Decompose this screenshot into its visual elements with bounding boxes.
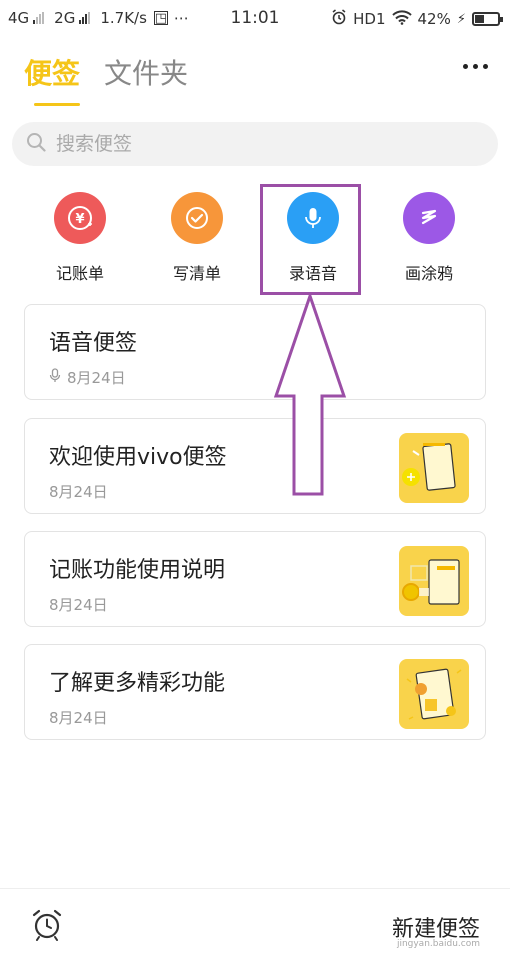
action-label: 写清单: [172, 264, 221, 283]
watermark-text: jingyan.baidu.com: [396, 939, 480, 949]
action-bookkeeping[interactable]: ¥ 记账单: [25, 192, 135, 284]
header-tabs: 便签 文件夹: [24, 52, 188, 106]
note-thumbnail: [399, 659, 469, 729]
action-checklist[interactable]: 写清单: [142, 192, 252, 284]
annotation-highlight-box: [260, 184, 361, 295]
yen-icon: ¥: [54, 192, 106, 244]
note-card[interactable]: 语音便签 8月24日: [24, 304, 486, 400]
search-input[interactable]: [56, 133, 456, 155]
note-title: 了解更多精彩功能: [49, 671, 226, 696]
note-title: 语音便签: [49, 331, 138, 356]
check-icon: [171, 192, 223, 244]
note-card[interactable]: 记账功能使用说明 8月24日: [24, 531, 486, 627]
note-meta: 8月24日: [49, 481, 108, 502]
bottom-bar: 新建便签 jingyan.baidu.com: [0, 888, 510, 960]
tab-notes[interactable]: 便签: [24, 52, 81, 106]
status-bar: 4G 2G 1.7K/s ◳ ⋯ 11:01 HD1 42% ⚡: [0, 0, 510, 36]
scribble-icon: [403, 192, 455, 244]
note-meta: 8月24日: [49, 367, 126, 388]
action-label: 画涂鸦: [404, 264, 453, 283]
note-title: 欢迎使用vivo便签: [49, 445, 227, 470]
note-card[interactable]: 了解更多精彩功能 8月24日: [24, 644, 486, 740]
annotation-arrow: [273, 292, 347, 496]
alarm-status-icon: [331, 9, 347, 29]
tab-folders[interactable]: 文件夹: [104, 52, 188, 92]
note-meta: 8月24日: [49, 594, 108, 615]
note-title: 记账功能使用说明: [49, 558, 226, 583]
wifi-icon: [391, 9, 412, 29]
more-dots-icon[interactable]: [463, 64, 488, 69]
note-thumbnail: [399, 433, 469, 503]
note-card[interactable]: 欢迎使用vivo便签 8月24日: [24, 418, 486, 514]
note-date: 8月24日: [49, 483, 108, 501]
microphone-icon: [49, 368, 61, 387]
svg-text:¥: ¥: [75, 212, 84, 227]
alarm-clock-icon[interactable]: [30, 907, 64, 945]
note-thumbnail: [399, 546, 469, 616]
quick-actions: ¥ 记账单 写清单 录语音 画涂鸦: [0, 192, 510, 292]
charging-icon: ⚡: [456, 11, 466, 27]
battery-percent: 42%: [417, 10, 451, 28]
hd-indicator: HD1: [353, 10, 386, 28]
search-icon: [26, 132, 46, 156]
note-date: 8月24日: [49, 596, 108, 614]
note-date: 8月24日: [67, 369, 126, 387]
action-label: 记账单: [55, 264, 104, 283]
action-doodle[interactable]: 画涂鸦: [374, 192, 484, 284]
note-date: 8月24日: [49, 709, 108, 727]
note-meta: 8月24日: [49, 707, 108, 728]
search-bar[interactable]: [12, 122, 498, 166]
battery-icon: [472, 12, 503, 26]
